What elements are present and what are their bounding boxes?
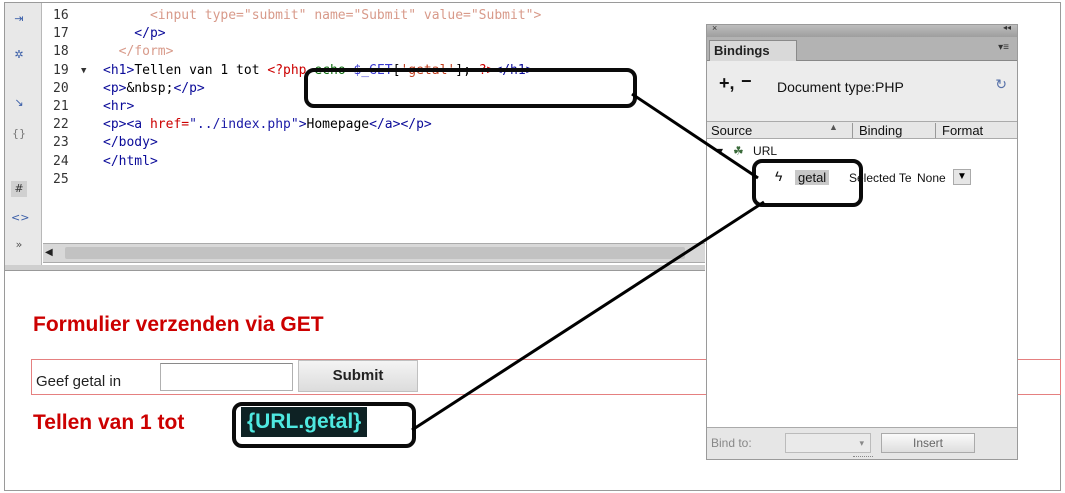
column-header: Source ▲ Binding Format <box>707 121 1017 139</box>
code-token: <hr> <box>103 99 135 114</box>
tree-expand-icon[interactable]: ▾ <box>717 144 723 158</box>
highlight-invalid-icon[interactable]: <> <box>11 210 29 226</box>
line-number: 18 <box>53 44 69 60</box>
code-token: <p><a <box>103 117 150 133</box>
code-token: </form> <box>103 44 174 60</box>
line-number: 24 <box>53 153 69 169</box>
horizontal-scrollbar[interactable]: ◀ <box>43 243 705 263</box>
line-number: 17 <box>53 26 69 42</box>
code-text: </body> <box>103 134 158 152</box>
line-number: 16 <box>53 8 69 23</box>
add-binding-button[interactable]: +, <box>719 73 735 94</box>
panel-actions: +, − Document type:PHP ↻ <box>707 61 1017 121</box>
column-binding[interactable]: Binding <box>852 123 902 138</box>
code-text: </form> <box>103 43 174 61</box>
code-token: </html> <box>103 153 158 169</box>
panel-footer: Bind to: ▾ Insert <box>707 427 1017 459</box>
code-token: <p> <box>103 80 127 96</box>
line-number: 21 <box>53 99 69 114</box>
code-line[interactable]: 23 </body> <box>43 134 703 152</box>
code-text: <input type="submit" name="Submit" value… <box>103 7 541 25</box>
expand-icon[interactable]: ⇥ <box>11 11 27 27</box>
balance-braces-icon[interactable]: {} <box>11 126 27 142</box>
remove-binding-button[interactable]: − <box>741 71 752 92</box>
code-line[interactable]: 24 </html> <box>43 153 703 171</box>
code-token: <h1> <box>103 62 135 78</box>
getal-input[interactable] <box>160 363 293 391</box>
column-source[interactable]: Source <box>711 123 752 138</box>
code-token: </a></p> <box>369 117 432 133</box>
line-numbers-icon[interactable]: # <box>11 181 27 197</box>
document-type-label: Document type:PHP <box>777 79 904 95</box>
code-token: > <box>298 117 307 133</box>
code-text: <p><a href="../index.php">Homepage</a></… <box>103 116 432 134</box>
code-token: </body> <box>103 135 158 151</box>
code-text: <hr> <box>103 98 134 116</box>
getal-format-value: None <box>917 171 946 185</box>
close-icon[interactable]: × <box>712 23 717 33</box>
code-token: </p> <box>103 26 166 42</box>
tree-item-url[interactable]: ▾ ☘ URL <box>717 144 777 158</box>
refresh-icon[interactable]: ↻ <box>995 76 1007 93</box>
code-editor[interactable]: 16 <input type="submit" name="Submit" va… <box>43 3 705 243</box>
callout-url-token <box>232 402 416 448</box>
url-source-icon: ☘ <box>733 144 744 158</box>
panel-options-icon[interactable]: ▾≡ <box>998 42 1009 53</box>
code-token: "../index.php" <box>189 117 299 133</box>
panel-title-strip[interactable]: × ◂◂ <box>707 23 1017 37</box>
bindings-panel: × ◂◂ Bindings ▾≡ +, − Document type:PHP … <box>706 23 1018 460</box>
callout-getal-binding <box>752 159 863 207</box>
sort-indicator-icon: ▲ <box>829 122 838 132</box>
bind-to-select[interactable]: ▾ <box>785 433 871 453</box>
scrollbar-thumb[interactable] <box>65 247 685 259</box>
code-text: </p> <box>103 25 166 43</box>
scroll-left-icon[interactable]: ◀ <box>45 247 59 259</box>
code-token: Tellen van 1 tot <box>134 62 268 78</box>
code-line[interactable]: 17 </p> <box>43 25 703 43</box>
line-number: 25 <box>53 171 69 187</box>
collapse-icon[interactable]: ✲ <box>11 47 27 63</box>
code-token: &nbsp; <box>126 80 174 96</box>
code-line[interactable]: 22 <p><a href="../index.php">Homepage</a>… <box>43 116 703 134</box>
column-format[interactable]: Format <box>935 123 983 138</box>
panel-tab-bar: Bindings ▾≡ <box>707 37 1017 61</box>
code-line[interactable]: 16 <input type="submit" name="Submit" va… <box>43 7 703 25</box>
code-token: href= <box>149 117 190 133</box>
submit-button[interactable]: Submit <box>298 360 418 392</box>
line-number: 20 <box>53 80 69 96</box>
bind-to-label: Bind to: <box>711 436 752 450</box>
format-dropdown-icon[interactable]: ▼ <box>953 169 971 185</box>
collapse-panel-icon[interactable]: ◂◂ <box>1003 23 1011 32</box>
insert-button[interactable]: Insert <box>881 433 975 453</box>
code-line[interactable]: 25 <box>43 171 703 189</box>
coding-toolbar: ⇥ ✲ ↘ {} # <> » <box>5 3 42 265</box>
select-parent-icon[interactable]: ↘ <box>11 95 27 111</box>
page-heading: Formulier verzenden via GET <box>33 313 324 336</box>
tab-bindings[interactable]: Bindings <box>709 40 797 61</box>
code-text: </html> <box>103 153 158 171</box>
code-text: <p>&nbsp;</p> <box>103 80 205 98</box>
code-line[interactable]: 18 </form> <box>43 43 703 61</box>
tree-item-label: URL <box>753 144 778 158</box>
line-number: 22 <box>53 117 69 133</box>
line-number: 19 <box>53 62 69 78</box>
callout-php-code <box>304 68 637 108</box>
resize-grip[interactable] <box>853 456 873 458</box>
more-icon[interactable]: » <box>11 237 27 253</box>
code-token: </p> <box>173 80 205 96</box>
fold-arrow-icon[interactable]: ▼ <box>81 62 86 80</box>
result-heading-text: Tellen van 1 tot <box>33 411 185 434</box>
line-number: 23 <box>53 135 69 151</box>
form-label: Geef getal in <box>36 373 122 390</box>
code-token: Homepage <box>306 117 370 133</box>
code-token: <input type="submit" name="Submit" value… <box>103 8 542 23</box>
